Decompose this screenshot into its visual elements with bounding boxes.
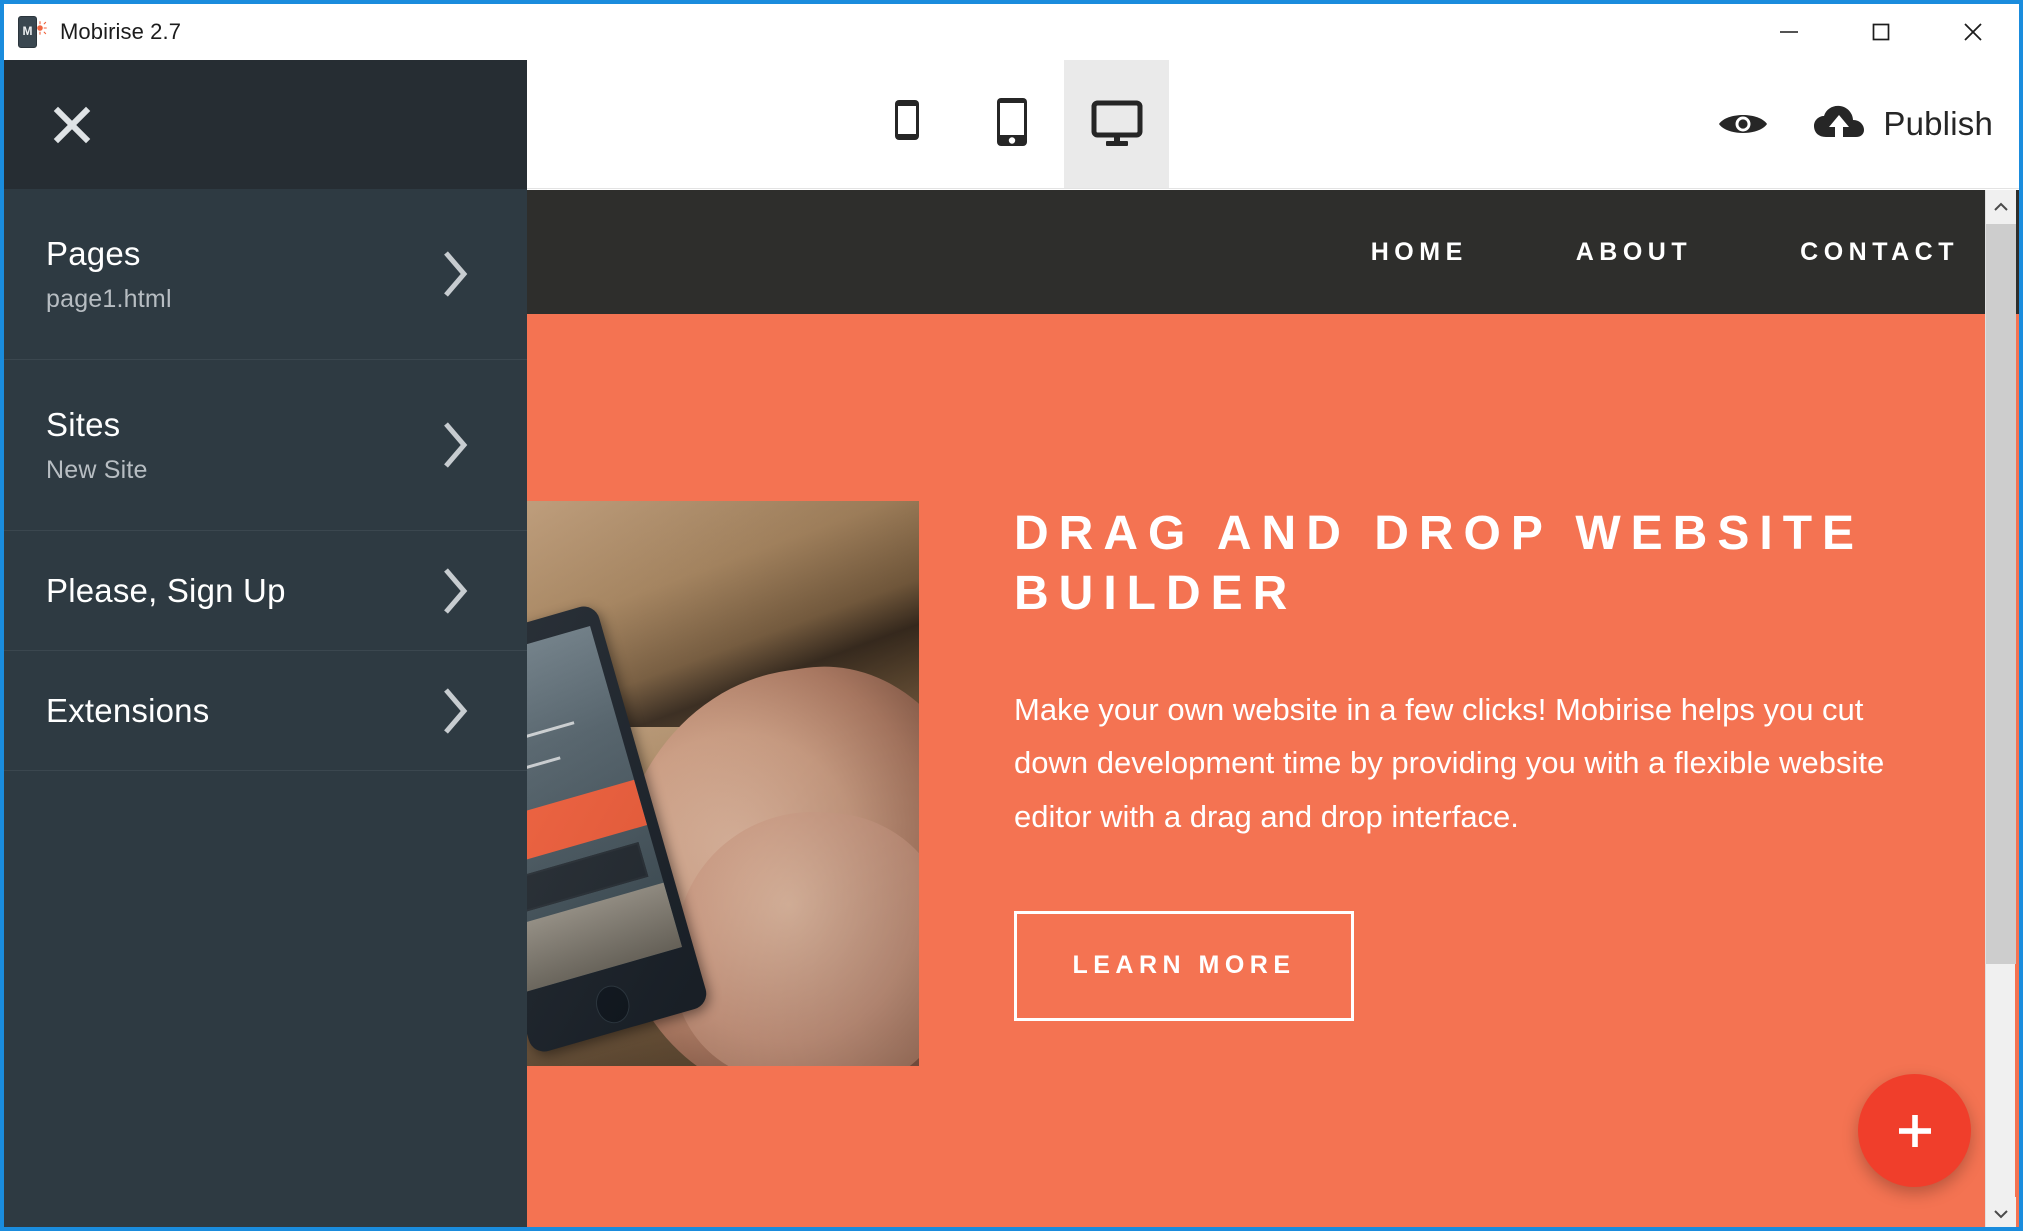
chevron-right-icon <box>444 251 468 297</box>
website-preview-canvas: HOME ABOUT CONTACT DRAG AND DROP WEBSITE… <box>527 190 2019 1227</box>
eye-icon <box>1719 115 1768 133</box>
chevron-right-icon <box>444 422 468 468</box>
close-x-icon <box>53 106 91 143</box>
close-icon <box>1964 23 1982 41</box>
site-navbar: HOME ABOUT CONTACT <box>527 190 2019 314</box>
maximize-icon <box>1872 23 1890 41</box>
main-sidebar: Pages page1.html Sites New Site Please, … <box>4 60 527 1227</box>
add-block-button[interactable] <box>1858 1074 1971 1187</box>
minimize-button[interactable] <box>1743 4 1835 60</box>
hero-image <box>527 501 919 1066</box>
hero-copy: DRAG AND DROP WEBSITE BUILDER Make your … <box>1014 504 1914 1021</box>
tablet-icon <box>996 98 1027 146</box>
window-controls <box>1743 4 2019 60</box>
sidebar-item-sites[interactable]: Sites New Site <box>4 360 527 531</box>
preview-button[interactable] <box>1706 87 1780 161</box>
close-button[interactable] <box>1927 4 2019 60</box>
sidebar-item-extensions[interactable]: Extensions <box>4 651 527 771</box>
scrollbar-thumb[interactable] <box>1986 224 2016 964</box>
publish-button[interactable]: Publish <box>1812 87 1993 161</box>
device-switcher <box>854 60 1169 188</box>
cloud-upload-icon <box>1814 105 1865 137</box>
toolbar-right-actions: Publish <box>1706 60 1993 188</box>
site-nav-link-contact[interactable]: CONTACT <box>1800 238 1959 267</box>
desktop-monitor-icon <box>1091 100 1142 146</box>
learn-more-button[interactable]: LEARN MORE <box>1014 910 1354 1021</box>
device-mobile-button[interactable] <box>854 60 959 188</box>
maximize-button[interactable] <box>1835 4 1927 60</box>
chevron-down-icon <box>1994 1210 2008 1219</box>
scroll-down-button[interactable] <box>1986 1197 2016 1227</box>
window-title: Mobirise 2.7 <box>60 19 182 44</box>
canvas-scrollbar[interactable] <box>1985 190 2016 1227</box>
sidebar-item-pages[interactable]: Pages page1.html <box>4 189 527 360</box>
chevron-right-icon <box>444 567 468 614</box>
chevron-right-icon <box>444 687 468 734</box>
learn-more-label: LEARN MORE <box>1072 951 1296 980</box>
device-tablet-button[interactable] <box>959 60 1064 188</box>
scroll-up-button[interactable] <box>1986 190 2016 224</box>
hero-body-text: Make your own website in a few clicks! M… <box>1014 692 1885 834</box>
title-bar: Mobirise 2.7 <box>4 4 2019 60</box>
publish-label: Publish <box>1883 105 1993 142</box>
site-nav-link-home[interactable]: HOME <box>1371 238 1468 267</box>
application-window: Mobirise 2.7 <box>0 0 2023 1231</box>
sidebar-header <box>4 60 527 189</box>
mobirise-logo-icon <box>18 15 48 49</box>
hero-section: DRAG AND DROP WEBSITE BUILDER Make your … <box>527 314 2019 1227</box>
hero-title: DRAG AND DROP WEBSITE BUILDER <box>1014 507 1865 620</box>
plus-icon <box>1898 1114 1931 1147</box>
sidebar-close-button[interactable] <box>46 99 98 151</box>
minimize-icon <box>1780 31 1798 33</box>
mobile-phone-icon <box>894 100 919 140</box>
sun-burst-icon <box>37 21 47 35</box>
chevron-up-icon <box>1994 202 2008 211</box>
sidebar-item-sign-up[interactable]: Please, Sign Up <box>4 531 527 651</box>
device-desktop-button[interactable] <box>1064 60 1169 188</box>
site-nav-link-about[interactable]: ABOUT <box>1576 238 1692 267</box>
